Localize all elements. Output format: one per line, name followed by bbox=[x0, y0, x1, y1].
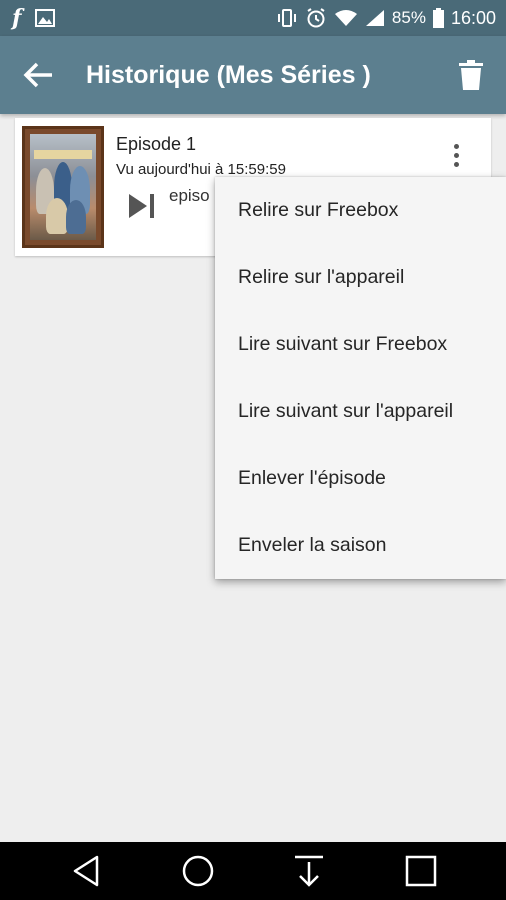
recents-square-icon[interactable] bbox=[403, 853, 439, 889]
download-icon[interactable] bbox=[291, 853, 327, 889]
battery-icon bbox=[432, 8, 444, 28]
more-dot bbox=[453, 152, 459, 158]
status-bar: f 85% 16:00 bbox=[0, 0, 506, 36]
poster-image bbox=[30, 134, 96, 240]
alarm-icon bbox=[307, 8, 325, 28]
navigation-bar bbox=[0, 842, 506, 900]
page-title: Historique (Mes Séries ) bbox=[86, 61, 371, 89]
episode-title: Episode 1 bbox=[116, 134, 197, 154]
signal-icon bbox=[365, 10, 384, 26]
poster-banner bbox=[34, 150, 92, 159]
menu-item-replay-device[interactable]: Relire sur l'appareil bbox=[215, 244, 506, 311]
wifi-icon bbox=[334, 10, 357, 26]
status-bar-left: f bbox=[12, 0, 56, 36]
image-icon bbox=[35, 9, 56, 27]
menu-item-remove-season[interactable]: Enveler la saison bbox=[215, 512, 506, 579]
vibrate-icon bbox=[277, 9, 296, 27]
episode-name: episo bbox=[169, 186, 210, 205]
poster-figure bbox=[66, 200, 86, 234]
f-app-icon: f bbox=[12, 5, 22, 31]
clock: 16:00 bbox=[450, 7, 496, 28]
episode-seen-date: Vu aujourd'hui à 15:59:59 bbox=[116, 161, 286, 178]
poster-figure bbox=[46, 198, 68, 234]
back-triangle-icon[interactable] bbox=[69, 853, 105, 889]
home-circle-icon[interactable] bbox=[180, 853, 216, 889]
menu-item-play-next-device[interactable]: Lire suivant sur l'appareil bbox=[215, 378, 506, 445]
skip-next-icon[interactable] bbox=[127, 192, 157, 220]
series-poster bbox=[22, 126, 104, 248]
more-dot bbox=[453, 143, 459, 149]
trash-icon[interactable] bbox=[458, 60, 484, 90]
more-dot bbox=[453, 161, 459, 167]
menu-item-remove-episode[interactable]: Enlever l'épisode bbox=[215, 445, 506, 512]
menu-item-replay-freebox[interactable]: Relire sur Freebox bbox=[215, 177, 506, 244]
more-options-icon[interactable] bbox=[449, 140, 463, 170]
battery-percent: 85% bbox=[391, 8, 426, 27]
arrow-back-icon[interactable] bbox=[22, 59, 56, 91]
episode-options-menu: Relire sur Freebox Relire sur l'appareil… bbox=[215, 177, 506, 579]
status-bar-right: 85% 16:00 bbox=[276, 0, 496, 36]
app-bar: Historique (Mes Séries ) bbox=[0, 36, 506, 114]
menu-item-play-next-freebox[interactable]: Lire suivant sur Freebox bbox=[215, 311, 506, 378]
